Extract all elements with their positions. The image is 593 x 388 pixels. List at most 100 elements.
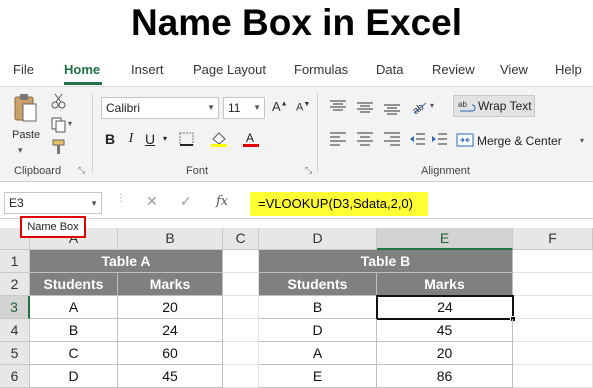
cell-f5[interactable] [513,342,593,365]
table-b-marks-cell[interactable]: 45 [377,319,513,342]
orientation-dropdown-icon[interactable]: ▾ [430,101,434,110]
alignment-group-label: Alignment [421,165,470,177]
cell-f2[interactable] [513,273,593,296]
orientation-icon[interactable]: ab [410,97,428,117]
table-a-marks-cell[interactable]: 60 [118,342,223,365]
cell-c1[interactable] [223,250,259,273]
merge-dropdown-icon[interactable]: ▾ [580,136,584,145]
bold-button[interactable]: B [102,129,118,149]
table-a-title[interactable]: Table A [30,250,223,273]
increase-indent-icon[interactable] [430,131,448,147]
table-a-marks-cell[interactable]: 45 [118,365,223,388]
borders-icon[interactable] [178,131,196,147]
cell-c2[interactable] [223,273,259,296]
align-bottom-icon[interactable] [383,99,401,115]
column-header-c[interactable]: C [223,228,259,250]
italic-button[interactable]: I [124,129,138,149]
tab-insert[interactable]: Insert [131,62,164,77]
table-a-student-cell[interactable]: A [30,296,118,319]
table-a-header-marks[interactable]: Marks [118,273,223,296]
ribbon-tabs: File Home Insert Page Layout Formulas Da… [0,55,593,85]
paste-button[interactable]: Paste [12,129,40,141]
svg-text:ab: ab [411,101,427,115]
table-a-marks-cell[interactable]: 24 [118,319,223,342]
name-box[interactable]: E3 ▼ [4,192,102,214]
row-header-2[interactable]: 2 [0,273,30,296]
column-header-f[interactable]: F [513,228,593,250]
cancel-icon[interactable]: ✕ [146,193,158,210]
row-header-5[interactable]: 5 [0,342,30,365]
clipboard-launcher-icon[interactable]: ⤡ [78,165,85,176]
paste-icon[interactable] [12,93,38,123]
table-b-student-cell[interactable]: A [259,342,377,365]
align-top-icon[interactable] [329,99,347,115]
tab-home[interactable]: Home [64,62,100,77]
merge-center-icon[interactable] [456,132,474,148]
table-b-student-cell[interactable]: D [259,319,377,342]
formula-bar: E3 ▼ ⋮ ✕ ✓ fx =VLOOKUP(D3,Sdata,2,0) [0,188,593,218]
underline-dropdown-icon[interactable]: ▾ [160,129,170,149]
table-b-marks-cell[interactable]: 86 [377,365,513,388]
tab-review[interactable]: Review [432,62,475,77]
column-header-d[interactable]: D [259,228,377,250]
cell-c6[interactable] [223,365,259,388]
format-painter-icon[interactable] [50,139,68,155]
row-header-3[interactable]: 3 [0,296,30,319]
ribbon-divider [92,93,93,173]
cell-f3[interactable] [513,296,593,319]
table-a-header-students[interactable]: Students [30,273,118,296]
paste-dropdown-icon[interactable]: ▾ [18,145,23,156]
clipboard-group-label: Clipboard [14,165,62,177]
font-family-select[interactable]: Calibri ▼ [101,97,219,119]
cell-f4[interactable] [513,319,593,342]
cell-c4[interactable] [223,319,259,342]
increase-font-icon[interactable]: A▲ [272,99,288,114]
table-b-marks-cell[interactable]: 20 [377,342,513,365]
row-header-4[interactable]: 4 [0,319,30,342]
align-left-icon[interactable] [329,131,347,147]
tab-page-layout[interactable]: Page Layout [193,62,266,77]
table-a-student-cell[interactable]: B [30,319,118,342]
copy-dropdown-icon[interactable]: ▾ [68,119,72,128]
table-b-student-cell[interactable]: E [259,365,377,388]
table-b-title[interactable]: Table B [259,250,513,273]
enter-icon[interactable]: ✓ [180,193,192,210]
cell-c5[interactable] [223,342,259,365]
table-a-marks-cell[interactable]: 20 [118,296,223,319]
chevron-down-icon: ▼ [253,103,261,112]
selected-cell-e3[interactable]: 24 [376,295,514,320]
table-b-header-marks[interactable]: Marks [377,273,513,296]
fill-color-icon[interactable] [210,131,228,147]
table-a-student-cell[interactable]: C [30,342,118,365]
font-size-select[interactable]: 11 ▼ [223,97,265,119]
formula-input[interactable]: =VLOOKUP(D3,Sdata,2,0) [250,192,428,216]
tab-file[interactable]: File [13,62,34,77]
decrease-font-icon[interactable]: A▼ [296,101,310,114]
merge-center-button[interactable]: Merge & Center [477,134,562,148]
underline-button[interactable]: U [143,129,157,149]
column-header-e[interactable]: E [377,228,513,250]
decrease-indent-icon[interactable] [408,131,426,147]
cell-f1[interactable] [513,250,593,273]
align-center-icon[interactable] [356,131,374,147]
insert-function-button[interactable]: fx [216,194,228,209]
table-b-student-cell[interactable]: B [259,296,377,319]
tab-view[interactable]: View [500,62,528,77]
align-right-icon[interactable] [383,131,401,147]
column-header-b[interactable]: B [118,228,223,250]
wrap-text-icon: ab [458,99,476,115]
tab-formulas[interactable]: Formulas [294,62,348,77]
font-launcher-icon[interactable]: ⤡ [305,165,312,176]
tab-data[interactable]: Data [376,62,403,77]
cell-f6[interactable] [513,365,593,388]
tab-help[interactable]: Help [555,62,582,77]
font-color-icon[interactable]: A [242,131,260,147]
table-a-student-cell[interactable]: D [30,365,118,388]
cut-icon[interactable] [50,93,68,109]
table-b-header-students[interactable]: Students [259,273,377,296]
row-header-1[interactable]: 1 [0,250,30,273]
copy-icon[interactable] [50,117,68,133]
align-middle-icon[interactable] [356,99,374,115]
row-header-6[interactable]: 6 [0,365,30,388]
cell-c3[interactable] [223,296,259,319]
